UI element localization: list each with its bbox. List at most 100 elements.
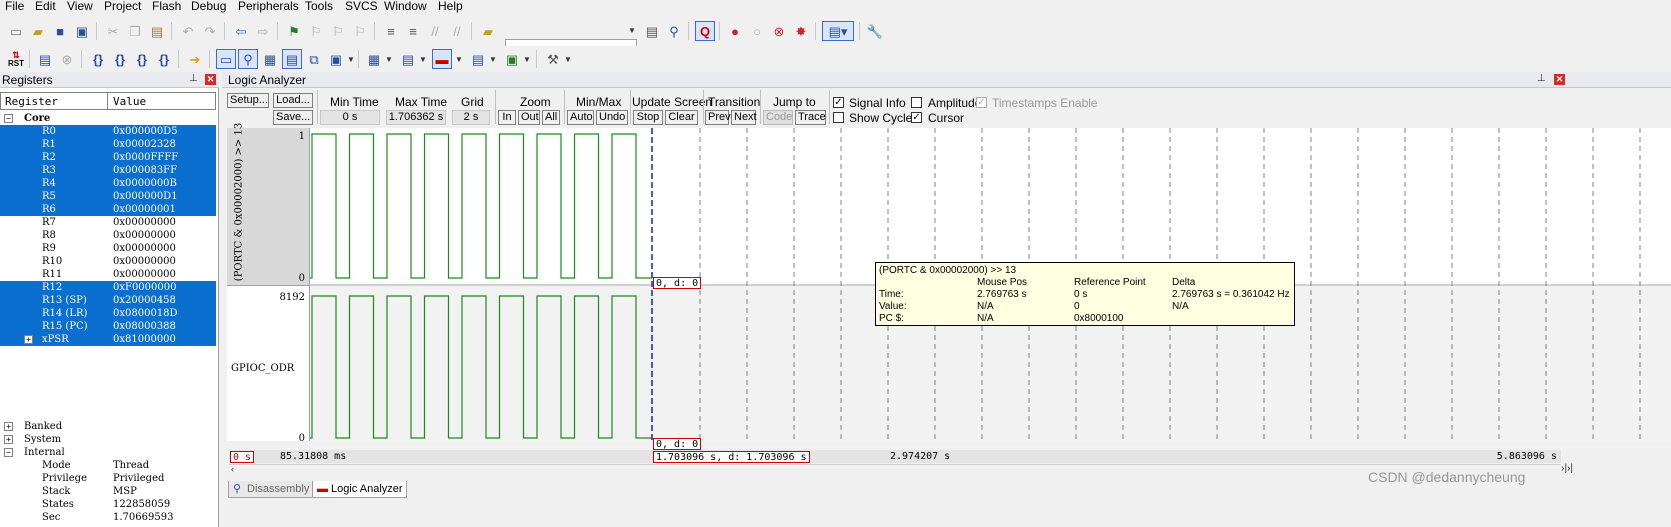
menu-project[interactable]: Project	[104, 0, 141, 13]
tree-group-core[interactable]: − Core	[0, 112, 216, 125]
step-over-icon[interactable]: {}	[110, 49, 130, 69]
register-value[interactable]: 0xF0000000	[113, 281, 176, 294]
menu-window[interactable]: Window	[384, 0, 427, 13]
cursor-checkbox[interactable]: ✓	[911, 112, 922, 123]
trace-button[interactable]: Trace	[795, 110, 826, 125]
tree-group-system[interactable]: + System	[0, 433, 216, 446]
memory-window-icon[interactable]: ▦	[364, 49, 384, 69]
symbols-window-icon[interactable]: ▦	[260, 49, 280, 69]
column-register[interactable]: Register	[5, 94, 58, 110]
load-button[interactable]: Load...	[273, 93, 313, 108]
auto-button[interactable]: Auto	[567, 110, 594, 125]
register-value[interactable]: 0x00000000	[113, 229, 176, 242]
menu-peripherals[interactable]: Peripherals	[238, 0, 299, 13]
system-viewer-icon[interactable]: ▣	[502, 49, 522, 69]
register-value[interactable]: 0x0800018D	[113, 307, 178, 320]
register-row[interactable]: R2 0x0000FFFF	[0, 151, 216, 164]
trace-window-icon[interactable]: ▤	[468, 49, 488, 69]
register-value[interactable]: 0x00000000	[113, 216, 176, 229]
internal-row[interactable]: Sec 1.70669593	[0, 511, 216, 524]
register-row[interactable]: R5 0x000000D1	[0, 190, 216, 203]
nav-back-icon[interactable]: ⇦	[231, 21, 251, 41]
debug-session-icon[interactable]: Q	[695, 21, 715, 41]
toolbox-icon[interactable]: ⚒	[543, 49, 563, 69]
register-value[interactable]: 0x81000000	[113, 333, 176, 346]
register-value[interactable]: 0x000000D1	[113, 190, 178, 203]
run-to-cursor-icon[interactable]: {}	[154, 49, 174, 69]
register-row[interactable]: R11 0x00000000	[0, 268, 216, 281]
save-icon[interactable]: ■	[50, 21, 70, 41]
expand-icon[interactable]: +	[4, 422, 13, 431]
register-row[interactable]: + xPSR 0x81000000	[0, 333, 216, 346]
disable-breakpoint-icon[interactable]: ○	[747, 21, 767, 41]
zoom-out-button[interactable]: Out	[518, 110, 540, 125]
menu-view[interactable]: View	[67, 0, 93, 13]
paste-icon[interactable]: ▤	[147, 21, 167, 41]
configure-icon[interactable]: 🔧	[865, 21, 885, 41]
tab-disassembly[interactable]: ⚲ Disassembly	[228, 481, 314, 498]
register-value[interactable]: 0x0000FFFF	[113, 151, 178, 164]
watch-window-icon[interactable]: ▣	[326, 49, 346, 69]
register-value[interactable]: 0x00000000	[113, 268, 176, 281]
disassembly-window-icon[interactable]: ⚲	[238, 49, 258, 69]
cut-icon[interactable]: ✂	[103, 21, 123, 41]
register-row[interactable]: R10 0x00000000	[0, 255, 216, 268]
registers-window-icon[interactable]: ▤	[282, 49, 302, 69]
menu-edit[interactable]: Edit	[35, 0, 56, 13]
run-icon[interactable]: ▤	[35, 49, 55, 69]
collapse-icon[interactable]: −	[4, 448, 13, 457]
call-stack-icon[interactable]: ⧉	[304, 49, 324, 69]
signal-2-name[interactable]: GPIOC_ODR	[231, 363, 294, 374]
timestamps-checkbox[interactable]: ✓	[976, 97, 987, 108]
tree-group-internal[interactable]: − Internal	[0, 446, 216, 459]
close-icon[interactable]: ✕	[205, 74, 216, 85]
internal-row[interactable]: Privilege Privileged	[0, 472, 216, 485]
horizontal-scrollbar[interactable]: ‹ ›|›|	[229, 463, 1573, 477]
show-cycles-checkbox[interactable]	[833, 112, 844, 123]
prev-button[interactable]: Prev	[705, 110, 731, 125]
stop-button[interactable]: Stop	[633, 110, 663, 125]
column-value[interactable]: Value	[113, 94, 146, 110]
command-window-icon[interactable]: ▭	[216, 49, 236, 69]
stop-icon[interactable]: ⊗	[57, 49, 77, 69]
new-file-icon[interactable]: ▭	[6, 21, 26, 41]
next-button[interactable]: Next	[731, 110, 757, 125]
breakpoint-icon[interactable]: ●	[725, 21, 745, 41]
analysis-window-icon[interactable]: ▬	[432, 49, 452, 69]
reset-icon[interactable]: ⇅ RST	[6, 49, 26, 69]
close-icon[interactable]: ✕	[1554, 74, 1565, 85]
menu-svcs[interactable]: SVCS	[345, 0, 378, 13]
signal-info-checkbox[interactable]: ✓	[833, 97, 844, 108]
nav-forward-icon[interactable]: ⇨	[253, 21, 273, 41]
next-bookmark-icon[interactable]: ⚐	[328, 21, 348, 41]
disable-all-breakpoints-icon[interactable]: ⊗	[769, 21, 789, 41]
menu-tools[interactable]: Tools	[305, 0, 333, 13]
register-row[interactable]: R6 0x00000001	[0, 203, 216, 216]
register-value[interactable]: 0x08000388	[113, 320, 176, 333]
window-layout-icon[interactable]: ▤▾	[822, 21, 854, 41]
zoom-in-button[interactable]: In	[498, 110, 516, 125]
register-value[interactable]: 0x00000000	[113, 255, 176, 268]
step-out-icon[interactable]: {}	[132, 49, 152, 69]
prev-bookmark-icon[interactable]: ⚐	[306, 21, 326, 41]
signal-1-name[interactable]: (PORTC & 0x00002000) >> 13	[234, 123, 245, 281]
register-value[interactable]: 0x00000001	[113, 203, 176, 216]
unindent-icon[interactable]: ≡	[403, 21, 423, 41]
serial-window-icon[interactable]: ▤	[398, 49, 418, 69]
register-value[interactable]: 0x000000D5	[113, 125, 178, 138]
clear-bookmarks-icon[interactable]: ⚐	[350, 21, 370, 41]
internal-row[interactable]: States 122858059	[0, 498, 216, 511]
find-in-files-icon[interactable]: ▰	[478, 21, 498, 41]
register-row[interactable]: R9 0x00000000	[0, 242, 216, 255]
menu-flash[interactable]: Flash	[152, 0, 181, 13]
register-row[interactable]: R13 (SP) 0x20000458	[0, 294, 216, 307]
undo-button[interactable]: Undo	[596, 110, 628, 125]
code-button[interactable]: Code	[763, 110, 793, 125]
register-row[interactable]: R1 0x00002328	[0, 138, 216, 151]
register-row[interactable]: R14 (LR) 0x0800018D	[0, 307, 216, 320]
tree-group-banked[interactable]: + Banked	[0, 420, 216, 433]
amplitude-checkbox[interactable]	[911, 97, 922, 108]
register-value[interactable]: 0x0000000B	[113, 177, 177, 190]
kill-breakpoints-icon[interactable]: ✸	[791, 21, 811, 41]
comment-icon[interactable]: //	[425, 21, 445, 41]
